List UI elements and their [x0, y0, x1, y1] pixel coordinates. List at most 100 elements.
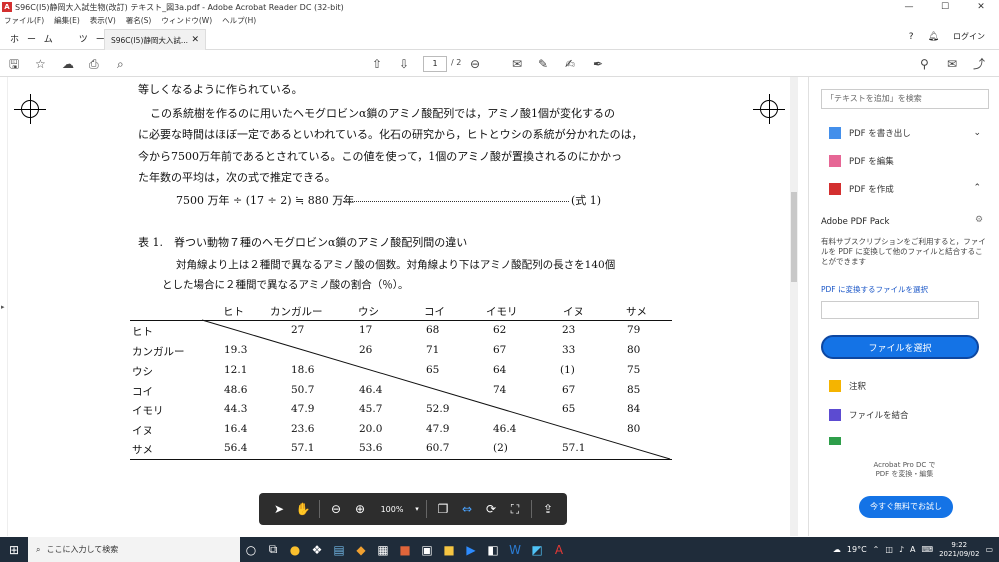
notification-icon[interactable]: ▭: [985, 545, 993, 554]
weather-icon[interactable]: ☁: [833, 545, 841, 554]
app-icon[interactable]: ❖: [306, 537, 328, 562]
select-file-button[interactable]: ファイルを選択: [821, 335, 979, 359]
task-view-icon[interactable]: ⧉: [262, 537, 284, 562]
zoom-out-icon[interactable]: ⊖: [324, 502, 348, 516]
keyboard-icon[interactable]: ⌨: [922, 545, 934, 554]
clock[interactable]: 9:22 2021/09/02: [939, 541, 979, 559]
highlight-icon[interactable]: ✍: [565, 57, 575, 71]
row-header: イモリ: [132, 405, 164, 417]
zoom-in-icon[interactable]: ⊕: [348, 502, 372, 516]
menu-help[interactable]: ヘルプ(H): [222, 15, 256, 26]
word-icon[interactable]: W: [504, 537, 526, 562]
ime-indicator[interactable]: A: [910, 545, 915, 554]
combine-files-item[interactable]: ファイルを結合: [829, 409, 909, 421]
col-header: サメ: [626, 306, 647, 318]
menu-window[interactable]: ウィンドウ(W): [161, 15, 212, 26]
mail-icon[interactable]: ✉: [947, 57, 957, 71]
menu-edit[interactable]: 編集(E): [54, 15, 80, 26]
table-cell: 56.4: [224, 442, 248, 454]
page-number-input[interactable]: 1: [423, 56, 447, 72]
select-cursor-icon[interactable]: ➤: [267, 502, 291, 516]
close-tab-icon[interactable]: ✕: [191, 35, 199, 45]
menu-sign[interactable]: 署名(S): [126, 15, 152, 26]
left-panel-strip[interactable]: ▸: [0, 77, 8, 536]
menu-view[interactable]: 表示(V): [90, 15, 116, 26]
upload-cloud-icon[interactable]: ☁: [62, 57, 74, 71]
create-pdf-label: PDF を作成: [849, 185, 894, 195]
page-view-icon[interactable]: ❐: [431, 502, 455, 516]
comment-item[interactable]: 注釈: [829, 380, 866, 392]
tab-home[interactable]: ホーム: [10, 32, 61, 45]
zoom-app-icon[interactable]: ▶: [460, 537, 482, 562]
close-window-button[interactable]: ✕: [963, 0, 999, 14]
zoom-level[interactable]: 100%: [372, 505, 412, 514]
sign-icon[interactable]: ✒: [593, 57, 603, 71]
expand-left-icon[interactable]: ▸: [1, 303, 5, 311]
signin-button[interactable]: ログイン: [953, 31, 985, 42]
chrome-icon[interactable]: ●: [284, 537, 306, 562]
hand-tool-icon[interactable]: ✋: [291, 502, 315, 516]
table-cell: 67: [493, 344, 507, 356]
formula-leader: [343, 201, 569, 202]
app-icon[interactable]: ▣: [416, 537, 438, 562]
tray-chevron-icon[interactable]: ⌃: [873, 545, 880, 554]
system-tray: ☁ 19°C ⌃ ◫ ♪ A ⌨ 9:22 2021/09/02 ▭: [833, 537, 993, 562]
app-icon[interactable]: ◧: [482, 537, 504, 562]
free-trial-button[interactable]: 今すぐ無料でお試し: [859, 496, 953, 518]
convert-file-link[interactable]: PDF に変換するファイルを選択: [821, 284, 928, 295]
share-icon[interactable]: ⤴: [973, 57, 985, 71]
page-up-icon[interactable]: ⇧: [372, 57, 382, 71]
tab-document[interactable]: S96C(I5)静岡大入試... ✕: [104, 29, 206, 50]
right-tools-panel: 「テキストを追加」を検索 PDF を書き出し ⌄ PDF を編集 PDF を作成…: [808, 77, 999, 536]
folder-icon[interactable]: ■: [438, 537, 460, 562]
print-icon[interactable]: ⎙: [89, 57, 99, 71]
network-icon[interactable]: ◫: [885, 545, 893, 554]
pen-icon[interactable]: ✎: [538, 57, 548, 71]
chevron-up-icon[interactable]: ⌃: [973, 183, 981, 193]
table-cell: 57.1: [562, 442, 586, 454]
more-tools-item[interactable]: [829, 437, 841, 445]
volume-icon[interactable]: ♪: [899, 545, 904, 554]
rotate-icon[interactable]: ⟳: [479, 502, 503, 516]
chevron-down-icon[interactable]: ⌄: [973, 128, 981, 138]
download-icon[interactable]: ⇪: [536, 502, 560, 516]
paint-icon[interactable]: ◆: [350, 537, 372, 562]
bell-icon[interactable]: 🔔︎: [928, 32, 939, 42]
save-icon[interactable]: 🖫: [9, 57, 19, 71]
cortana-icon[interactable]: ○: [240, 537, 262, 562]
app-icon[interactable]: ◩: [526, 537, 548, 562]
fit-width-icon[interactable]: ⇔: [455, 502, 479, 516]
zoom-dropdown-icon[interactable]: ▾: [412, 505, 422, 513]
zoom-search-icon[interactable]: ⌕: [117, 57, 124, 71]
page-down-icon[interactable]: ⇩: [399, 57, 409, 71]
powerpoint-icon[interactable]: ■: [394, 537, 416, 562]
link-icon[interactable]: ⚲: [920, 57, 929, 71]
windows-start-icon[interactable]: ⊞: [0, 543, 28, 557]
scrollbar-thumb[interactable]: [791, 192, 797, 282]
fullscreen-icon[interactable]: ⛶: [503, 502, 527, 517]
table-cell: (2): [493, 442, 508, 454]
row-header: イヌ: [132, 425, 153, 437]
tool-search-input[interactable]: 「テキストを追加」を検索: [821, 89, 989, 109]
acrobat-taskbar-icon[interactable]: A: [548, 537, 570, 562]
settings-icon[interactable]: ⚙: [975, 215, 983, 225]
star-icon[interactable]: ☆: [35, 57, 46, 71]
minimize-button[interactable]: —: [891, 0, 927, 14]
taskbar-search[interactable]: ⌕ ここに入力して検索: [28, 537, 240, 562]
notepad-icon[interactable]: ▤: [328, 537, 350, 562]
edit-pdf-item[interactable]: PDF を編集: [829, 155, 894, 167]
export-pdf-item[interactable]: PDF を書き出し: [829, 127, 911, 139]
create-pdf-item[interactable]: PDF を作成: [829, 183, 894, 195]
help-icon[interactable]: ?: [909, 32, 914, 42]
temperature[interactable]: 19°C: [847, 545, 867, 554]
maximize-button[interactable]: ☐: [927, 0, 963, 14]
table-cell: 85: [627, 384, 641, 396]
calculator-icon[interactable]: ▦: [372, 537, 394, 562]
document-scrollbar[interactable]: [790, 77, 798, 536]
menu-file[interactable]: ファイル(F): [4, 15, 44, 26]
table-cell: 17: [359, 324, 373, 336]
zoom-tool-icon[interactable]: ⊖: [470, 57, 480, 71]
taskbar-search-placeholder: ここに入力して検索: [46, 545, 119, 554]
comment-icon[interactable]: ✉: [512, 57, 522, 71]
file-drop-input[interactable]: [821, 301, 979, 319]
